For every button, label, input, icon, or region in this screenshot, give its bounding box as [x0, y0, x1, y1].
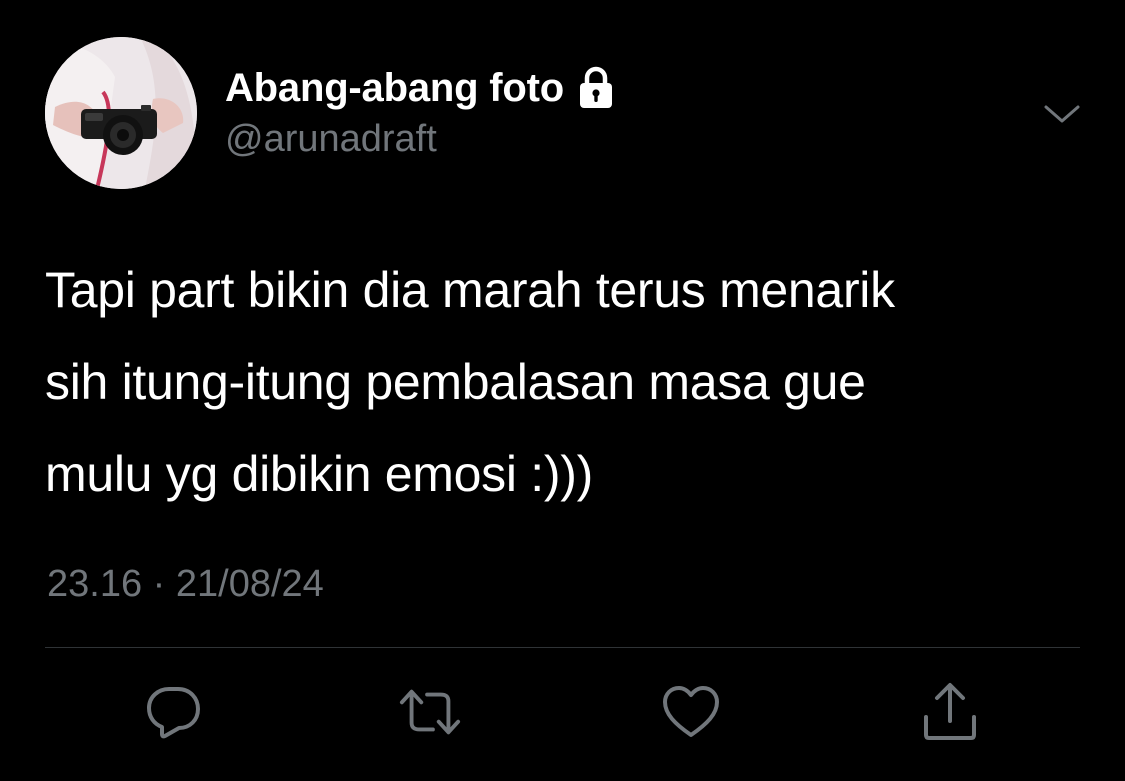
reply-icon	[147, 687, 200, 739]
reply-button[interactable]	[142, 680, 206, 744]
author-name-row: Abang-abang foto	[225, 64, 616, 112]
avatar-photo	[45, 37, 197, 189]
tweet-text: Tapi part bikin dia marah terus menarik …	[45, 262, 895, 502]
share-icon	[924, 683, 976, 740]
share-button[interactable]	[918, 680, 982, 744]
retweet-button[interactable]	[398, 680, 462, 744]
handle[interactable]: @arunadraft	[225, 118, 437, 161]
lock-icon	[576, 66, 616, 110]
heart-icon	[663, 686, 719, 737]
like-button[interactable]	[659, 680, 723, 744]
divider	[45, 647, 1080, 648]
tweet: Abang-abang foto @arunadraft Tapi part b…	[0, 0, 1125, 781]
avatar[interactable]	[45, 37, 197, 189]
timestamp[interactable]: 23.16 · 21/08/24	[47, 563, 324, 606]
chevron-down-icon[interactable]	[1040, 96, 1084, 132]
retweet-icon	[399, 689, 461, 735]
display-name[interactable]: Abang-abang foto	[225, 66, 564, 111]
